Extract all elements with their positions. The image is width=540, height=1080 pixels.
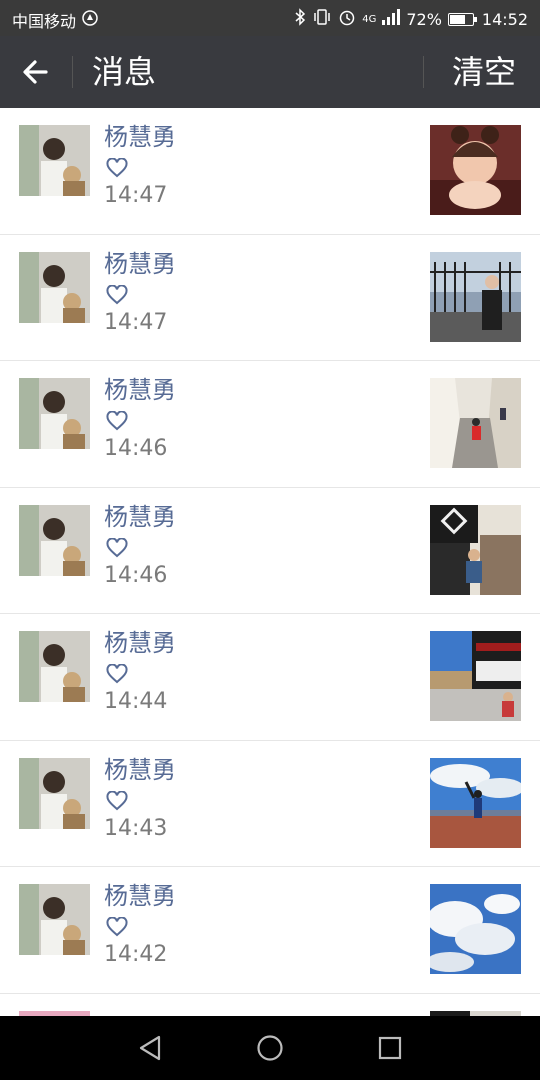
- nav-recents-icon: [378, 1036, 402, 1060]
- sender-name[interactable]: 杨慧勇: [104, 502, 176, 532]
- sender-name[interactable]: 杨慧勇: [104, 755, 176, 785]
- message-item[interactable]: 杨慧勇 14:46: [0, 361, 540, 488]
- alarm-icon: [338, 8, 356, 31]
- avatar[interactable]: [19, 378, 90, 449]
- message-item[interactable]: [0, 994, 540, 1016]
- nav-home-icon: [257, 1035, 283, 1061]
- message-item[interactable]: 杨慧勇 14:46: [0, 488, 540, 614]
- photo-thumbnail[interactable]: [430, 504, 521, 595]
- photo-thumbnail[interactable]: [430, 251, 521, 342]
- back-button[interactable]: [18, 54, 58, 90]
- back-arrow-icon: [23, 60, 48, 84]
- status-time: 14:52: [481, 10, 528, 29]
- message-time: 14:42: [104, 942, 168, 967]
- message-time: 14:44: [104, 689, 168, 714]
- photo-thumbnail[interactable]: [430, 631, 521, 721]
- status-bar: 中国移动 4G 72% 14:52: [0, 0, 540, 36]
- carrier-name: 中国移动: [12, 12, 77, 31]
- heart-icon: [106, 790, 128, 810]
- avatar[interactable]: [19, 884, 90, 955]
- avatar[interactable]: [19, 631, 90, 702]
- heart-icon: [106, 664, 128, 684]
- avatar[interactable]: [19, 757, 90, 829]
- message-item[interactable]: 杨慧勇 14:47: [0, 235, 540, 361]
- sender-name[interactable]: 杨慧勇: [104, 122, 176, 152]
- network-type: 4G: [362, 13, 377, 25]
- photo-thumbnail[interactable]: [430, 884, 521, 974]
- heart-icon: [106, 158, 128, 178]
- sender-name[interactable]: 杨慧勇: [104, 375, 176, 405]
- avatar[interactable]: [19, 251, 90, 323]
- clear-button[interactable]: 清空: [452, 52, 516, 92]
- battery-icon: [447, 13, 477, 26]
- title-divider-left: [72, 56, 73, 88]
- avatar[interactable]: [19, 504, 90, 576]
- message-item[interactable]: 杨慧勇 14:43: [0, 741, 540, 867]
- photo-thumbnail[interactable]: [430, 378, 521, 468]
- bluetooth-icon: [294, 8, 306, 31]
- photo-thumbnail[interactable]: [430, 125, 521, 215]
- vibrate-icon: [312, 8, 332, 31]
- message-item[interactable]: 杨慧勇 14:44: [0, 614, 540, 741]
- status-right: 4G 72% 14:52: [288, 8, 528, 31]
- heart-icon: [106, 284, 128, 304]
- notification-icon: [82, 9, 98, 31]
- nav-home-button[interactable]: [254, 1032, 286, 1064]
- heart-icon: [106, 411, 128, 431]
- battery-percent: 72%: [406, 10, 442, 29]
- signal-icon: [382, 9, 401, 30]
- sender-name[interactable]: 杨慧勇: [104, 249, 176, 279]
- avatar[interactable]: [19, 125, 90, 196]
- sender-name[interactable]: 杨慧勇: [104, 628, 176, 658]
- message-time: 14:46: [104, 562, 168, 588]
- title-bar: 消息 清空: [0, 36, 540, 108]
- message-list[interactable]: 杨慧勇 14:47 杨慧勇 14:47 杨慧勇 14:46 杨慧勇 14:46 …: [0, 108, 540, 1016]
- page-title: 消息: [92, 53, 157, 91]
- nav-back-icon: [139, 1035, 161, 1061]
- message-item[interactable]: 杨慧勇 14:47: [0, 108, 540, 235]
- message-time: 14:43: [104, 815, 168, 841]
- sender-name[interactable]: 杨慧勇: [104, 881, 176, 911]
- message-item[interactable]: 杨慧勇 14:42: [0, 867, 540, 994]
- heart-icon: [106, 537, 128, 557]
- navigation-bar: [0, 1016, 540, 1080]
- battery-fill: [449, 15, 465, 24]
- message-time: 14:47: [104, 309, 168, 335]
- title-divider-right: [423, 56, 424, 88]
- status-left: 中国移动: [12, 8, 98, 32]
- nav-back-button[interactable]: [134, 1032, 166, 1064]
- message-time: 14:47: [104, 183, 168, 208]
- photo-thumbnail[interactable]: [430, 757, 521, 848]
- message-time: 14:46: [104, 436, 168, 461]
- nav-recents-button[interactable]: [374, 1032, 406, 1064]
- heart-icon: [106, 917, 128, 937]
